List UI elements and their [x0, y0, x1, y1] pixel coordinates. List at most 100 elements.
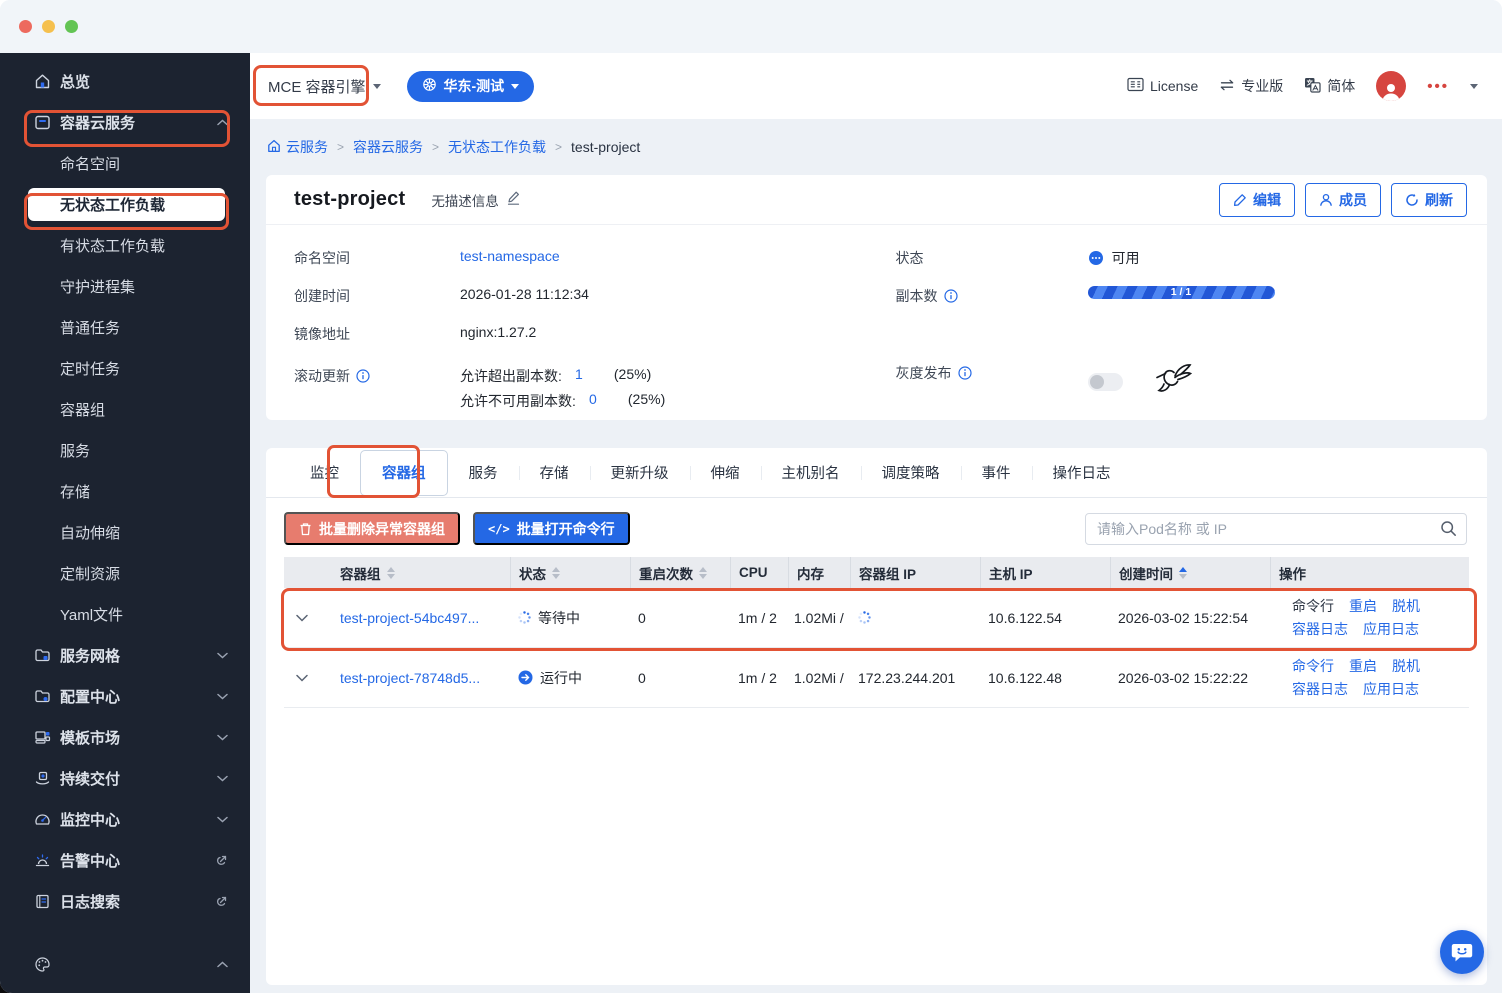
home-icon: [33, 73, 51, 91]
chevron-down-icon[interactable]: [1470, 83, 1478, 89]
action-terminal[interactable]: 命令行: [1292, 656, 1334, 676]
monitor-icon: [33, 811, 51, 829]
row-expander[interactable]: [284, 614, 320, 622]
column-header-pod[interactable]: 容器组: [320, 557, 510, 588]
tab-scaling[interactable]: 伸缩: [689, 448, 761, 498]
sidebar-item-autoscaling[interactable]: 自动伸缩: [0, 512, 250, 553]
sidebar-item-stateless-workload[interactable]: 无状态工作负载: [28, 188, 225, 221]
info-icon[interactable]: [356, 369, 370, 383]
license-link[interactable]: License: [1127, 77, 1198, 95]
sidebar-item-pods[interactable]: 容器组: [0, 389, 250, 430]
maximize-window-button[interactable]: [65, 20, 78, 33]
column-label: 内存: [797, 566, 824, 582]
sidebar-item-job[interactable]: 普通任务: [0, 307, 250, 348]
row-expander[interactable]: [284, 674, 320, 682]
action-container-log[interactable]: 容器日志: [1292, 679, 1348, 699]
max-unavailable-value[interactable]: 0: [576, 391, 610, 411]
avatar[interactable]: [1376, 71, 1407, 101]
sidebar-item-service-mesh[interactable]: 服务网格: [0, 635, 250, 676]
action-container-log[interactable]: 容器日志: [1292, 619, 1348, 639]
breadcrumb-home[interactable]: 云服务: [267, 137, 328, 157]
edition-switch[interactable]: 专业版: [1219, 76, 1283, 96]
sidebar-item-label: 容器组: [60, 402, 106, 419]
sort-icon[interactable]: [699, 566, 707, 579]
action-restart[interactable]: 重启: [1349, 596, 1377, 616]
tab-events[interactable]: 事件: [960, 448, 1032, 498]
sidebar-item-config-center[interactable]: 配置中心: [0, 676, 250, 717]
sidebar-item-container-cloud[interactable]: 容器云服务: [0, 102, 250, 143]
cluster-selector[interactable]: 华东-测试: [406, 70, 535, 102]
info-icon[interactable]: [957, 366, 972, 380]
sidebar-item-template-market[interactable]: 模板市场: [0, 717, 250, 758]
product-menu[interactable]: MCE 容器引擎: [258, 68, 389, 105]
tab-upgrade[interactable]: 更新升级: [589, 448, 690, 498]
sort-icon-active[interactable]: [1179, 566, 1187, 579]
action-app-log[interactable]: 应用日志: [1363, 619, 1419, 639]
sort-icon[interactable]: [386, 566, 395, 579]
tab-host-alias[interactable]: 主机别名: [760, 448, 861, 498]
action-restart[interactable]: 重启: [1349, 656, 1377, 676]
breadcrumb-item-stateless-workload[interactable]: 无状态工作负载: [448, 137, 546, 157]
sidebar-item-custom-resources[interactable]: 定制资源: [0, 553, 250, 594]
pod-search-input[interactable]: [1085, 512, 1467, 545]
action-offline[interactable]: 脱机: [1392, 656, 1420, 676]
sidebar-item-monitor-center[interactable]: 监控中心: [0, 799, 250, 840]
action-offline[interactable]: 脱机: [1392, 596, 1420, 616]
log-icon: [33, 893, 51, 911]
sidebar-item-yaml-files[interactable]: Yaml文件: [0, 594, 250, 635]
support-chat-button[interactable]: [1440, 930, 1484, 974]
batch-terminal-button[interactable]: </> 批量打开命令行: [473, 512, 630, 545]
tab-storage[interactable]: 存储: [518, 448, 590, 498]
pod-memory: 1.02Mi /: [794, 669, 844, 686]
sort-icon[interactable]: [552, 566, 560, 579]
column-header-created[interactable]: 创建时间: [1110, 557, 1270, 588]
tab-scheduling-policy[interactable]: 调度策略: [860, 448, 961, 498]
search-icon[interactable]: [1440, 520, 1457, 542]
pod-name-link[interactable]: test-project-78748d5...: [340, 670, 480, 686]
sidebar-item-label: 守护进程集: [60, 279, 136, 296]
tab-monitoring[interactable]: 监控: [289, 448, 360, 498]
sidebar-item-overview[interactable]: 总览: [0, 61, 250, 102]
minimize-window-button[interactable]: [42, 20, 55, 33]
sidebar-item-label: 服务网格: [60, 648, 121, 665]
sidebar-collapse-row[interactable]: [0, 944, 250, 985]
chevron-up-icon[interactable]: [217, 961, 228, 968]
breadcrumb-separator: >: [337, 140, 345, 154]
sidebar-item-namespace[interactable]: 命名空间: [0, 143, 250, 184]
tab-pods[interactable]: 容器组: [360, 449, 448, 496]
sidebar-item-storage[interactable]: 存储: [0, 471, 250, 512]
gray-release-toggle[interactable]: [1087, 372, 1123, 391]
sidebar-item-services[interactable]: 服务: [0, 430, 250, 471]
refresh-button[interactable]: 刷新: [1391, 182, 1467, 217]
info-icon[interactable]: [943, 289, 958, 303]
sidebar-item-alert-center[interactable]: 告警中心: [0, 840, 250, 881]
more-menu-dots[interactable]: •••: [1427, 78, 1449, 95]
members-button[interactable]: 成员: [1305, 182, 1381, 217]
table-row: test-project-54bc497... 等待中 0 1m / 2 1.0…: [284, 588, 1469, 648]
sidebar-item-daemonset[interactable]: 守护进程集: [0, 266, 250, 307]
language-switch[interactable]: 简体: [1304, 76, 1355, 96]
breadcrumb-item-container-cloud[interactable]: 容器云服务: [353, 137, 423, 157]
edit-button[interactable]: 编辑: [1219, 182, 1295, 217]
column-header-restarts[interactable]: 重启次数: [630, 557, 730, 588]
tab-operation-logs[interactable]: 操作日志: [1031, 448, 1132, 498]
sidebar-item-log-search[interactable]: 日志搜索: [0, 881, 250, 922]
namespace-label: 命名空间: [294, 250, 350, 266]
sidebar-item-label: 告警中心: [60, 853, 121, 870]
max-surge-value[interactable]: 1: [562, 366, 596, 386]
tab-services[interactable]: 服务: [448, 448, 519, 498]
close-window-button[interactable]: [19, 20, 32, 33]
action-app-log[interactable]: 应用日志: [1363, 679, 1419, 699]
column-label: 主机 IP: [989, 566, 1033, 582]
sidebar-item-continuous-delivery[interactable]: 持续交付: [0, 758, 250, 799]
column-header-status[interactable]: 状态: [510, 557, 630, 588]
edit-description-icon[interactable]: [506, 190, 521, 209]
batch-delete-button[interactable]: 批量删除异常容器组: [284, 512, 460, 545]
sidebar-item-stateful-workload[interactable]: 有状态工作负载: [0, 225, 250, 266]
sidebar-item-label: 配置中心: [60, 689, 121, 706]
column-header-memory: 内存: [788, 557, 850, 588]
namespace-link[interactable]: test-namespace: [460, 248, 560, 264]
window-titlebar: [0, 0, 1502, 53]
pod-name-link[interactable]: test-project-54bc497...: [340, 610, 479, 626]
sidebar-item-cronjob[interactable]: 定时任务: [0, 348, 250, 389]
